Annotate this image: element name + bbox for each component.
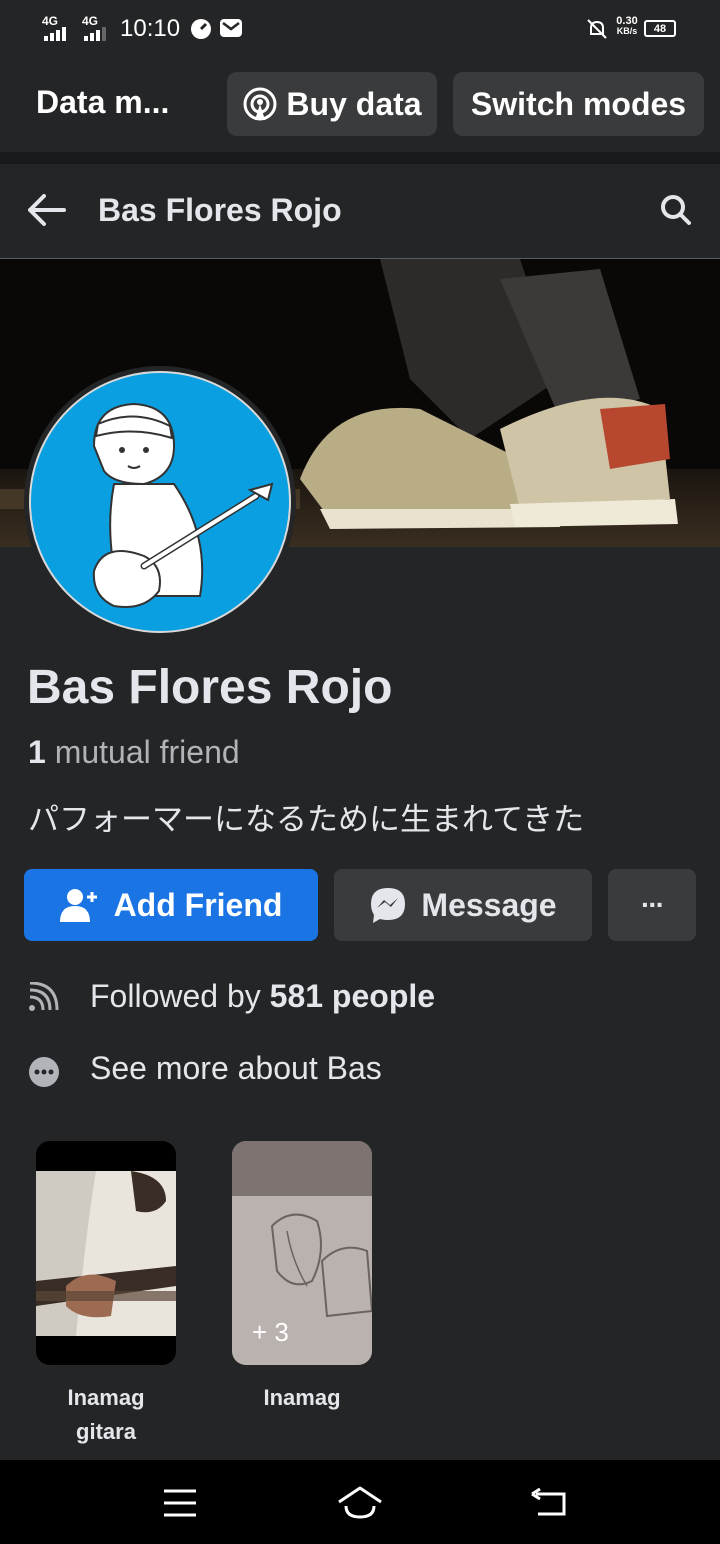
battery-icon: 48 bbox=[644, 20, 676, 37]
add-person-icon bbox=[59, 889, 97, 922]
see-more-about[interactable]: See more about Bas bbox=[90, 1050, 382, 1087]
section-divider bbox=[0, 152, 720, 164]
mail-icon bbox=[220, 19, 242, 37]
back-arrow-icon[interactable] bbox=[26, 192, 68, 228]
highlight-item[interactable]: + 3 bbox=[232, 1141, 372, 1365]
highlight-thumbnail bbox=[36, 1141, 176, 1365]
system-nav-bar bbox=[0, 1460, 720, 1544]
more-icon: ··· bbox=[641, 889, 665, 920]
search-icon[interactable] bbox=[660, 194, 692, 226]
highlight-title: Inamag bbox=[263, 1385, 341, 1410]
data-mode-title: Data m... bbox=[36, 84, 170, 120]
silent-bell-icon bbox=[587, 19, 607, 39]
message-button[interactable]: Message bbox=[334, 869, 592, 941]
page-header: Bas Flores Rojo bbox=[0, 164, 720, 259]
highlight-title: Inamag gitara bbox=[67, 1385, 145, 1444]
profile-avatar[interactable] bbox=[24, 366, 296, 638]
status-bar: 4G 4G 10:10 0.30 KB/s 48 bbox=[0, 0, 720, 56]
switch-modes-button[interactable]: Switch modes bbox=[453, 72, 704, 136]
speedometer-icon bbox=[191, 19, 211, 39]
profile-picture-image bbox=[29, 371, 291, 633]
mutual-label: mutual friend bbox=[54, 734, 240, 770]
add-friend-button[interactable]: Add Friend bbox=[24, 869, 318, 941]
rss-feed-icon bbox=[29, 982, 59, 1011]
network-speed: 0.30 KB/s bbox=[616, 15, 638, 37]
more-dots-icon bbox=[29, 1057, 59, 1087]
more-count-overlay: + 3 bbox=[252, 1317, 289, 1347]
back-icon[interactable] bbox=[530, 1488, 568, 1518]
mutual-count: 1 bbox=[28, 734, 46, 770]
messenger-icon bbox=[371, 888, 406, 923]
profile-name: Bas Flores Rojo bbox=[27, 661, 393, 714]
more-options-button[interactable]: ··· bbox=[608, 869, 696, 941]
home-icon[interactable] bbox=[336, 1484, 384, 1520]
menu-icon[interactable] bbox=[162, 1488, 198, 1518]
followers-info[interactable]: Followed by 581 people bbox=[90, 978, 435, 1015]
mutual-friends[interactable]: 1 mutual friend bbox=[28, 734, 240, 771]
data-mode-bar: Data m... Buy data Switch modes bbox=[0, 56, 720, 152]
highlight-item[interactable] bbox=[36, 1141, 176, 1365]
clock: 10:10 bbox=[120, 15, 181, 42]
broadcast-icon bbox=[243, 87, 277, 121]
header-title: Bas Flores Rojo bbox=[98, 192, 342, 228]
buy-data-button[interactable]: Buy data bbox=[227, 72, 437, 136]
profile-bio: パフォーマーになるために生まれてきた bbox=[28, 802, 585, 837]
